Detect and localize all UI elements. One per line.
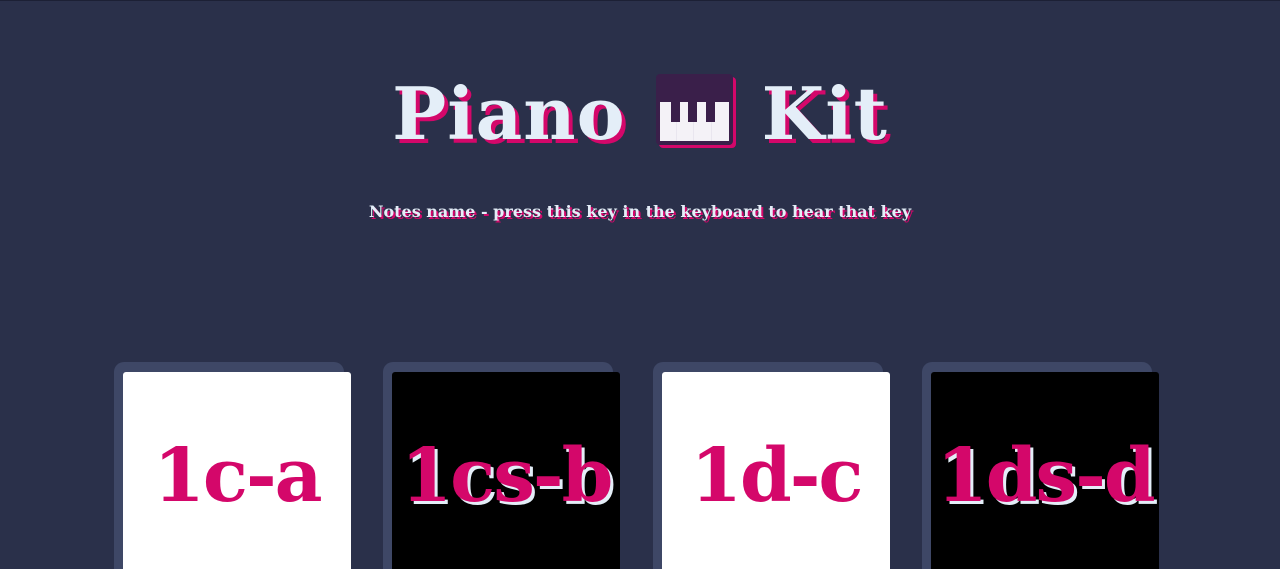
page-title: Piano Kit (0, 60, 1280, 162)
top-border (0, 0, 1280, 1)
piano-key-1d-c[interactable]: 1d-c (653, 362, 890, 569)
piano-keyboard-icon (655, 74, 736, 148)
key-face-black: 1cs-b (392, 372, 620, 569)
key-face-black: 1ds-d (931, 372, 1159, 569)
piano-key-1cs-b[interactable]: 1cs-b (383, 362, 620, 569)
key-label: 1d-c (690, 433, 863, 519)
key-label: 1c-a (153, 433, 322, 519)
key-label: 1cs-b (400, 433, 614, 519)
key-label: 1ds-d (936, 433, 1155, 519)
title-right-word: Kit (761, 71, 888, 156)
piano-key-1c-a[interactable]: 1c-a (114, 362, 351, 569)
title-left-word: Piano (392, 71, 626, 156)
key-face-white: 1d-c (662, 372, 890, 569)
piano-key-1ds-d[interactable]: 1ds-d (922, 362, 1159, 569)
key-face-white: 1c-a (123, 372, 351, 569)
piano-keys-row: 1c-a 1cs-b 1d-c 1ds-d (114, 362, 1174, 569)
instructions-text: Notes name - press this key in the keybo… (368, 202, 912, 221)
